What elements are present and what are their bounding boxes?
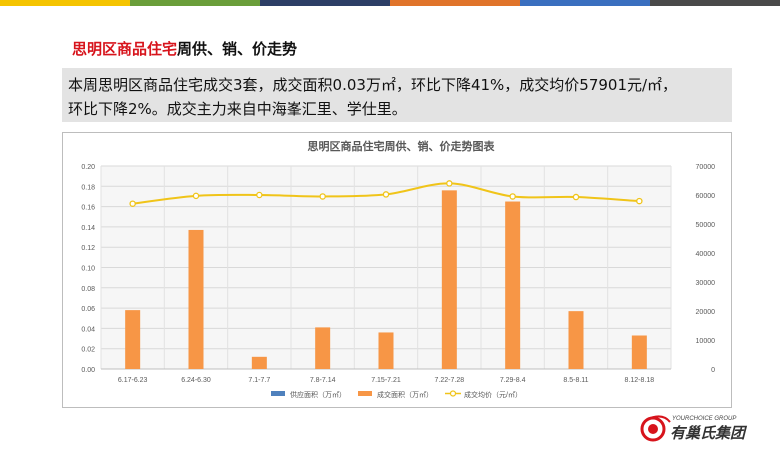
bar-7.8-7.14 [315,327,331,369]
x-tick-label: 8.5-8.11 [563,377,588,384]
y-left-tick-label: 0.18 [81,184,95,191]
y-right-tick-label: 40000 [696,251,716,258]
x-tick-label: 7.22-7.28 [435,377,465,384]
y-right-tick-label: 30000 [696,280,716,287]
top-bar-segment-5 [650,0,780,6]
y-left-tick-label: 0.16 [81,205,95,212]
company-logo: YOURCHOICE GROUP 有巢氏集团 [640,408,780,449]
legend-label-1: 成交面积（万㎡） [377,390,433,399]
y-right-tick-label: 10000 [696,338,716,345]
top-bar-segment-2 [260,0,390,6]
bar-7.1-7.7 [251,356,267,369]
y-left-tick-label: 0.08 [81,286,95,293]
y-left-tick-label: 0.20 [81,164,95,171]
x-tick-label: 7.29-8.4 [500,377,526,384]
logo-mark: YOURCHOICE GROUP 有巢氏集团 [640,415,748,442]
y-left-tick-label: 0.00 [81,367,95,374]
legend-swatch-1 [358,391,372,396]
top-bar-segment-0 [0,0,130,6]
bar-6.24-6.30 [188,229,204,369]
y-left-tick-label: 0.12 [81,245,95,252]
y-right-tick-label: 60000 [696,193,716,200]
bar-7.15-7.21 [378,332,394,369]
y-left-tick-label: 0.02 [81,347,95,354]
legend-marker-2 [449,390,457,397]
avg-price-point-6.24-6.30 [192,192,200,200]
avg-price-point-8.12-8.18 [636,197,643,205]
chart-container: 思明区商品住宅周供、销、价走势图表 0.00 0.02 0.04 0.06 0.08 0.1… [62,132,732,408]
avg-price-point-7.15-7.21 [382,191,390,198]
summary-line-1: 本周思明区商品住宅成交3套，成交面积0.03万㎡，环比下降41%，成交均价579… [68,76,678,94]
y-left-tick-label: 0.14 [81,225,95,232]
avg-price-point-7.22-7.28 [446,180,453,187]
bar-8.5-8.11 [568,311,584,369]
y-left-tick-label: 0.06 [81,306,95,313]
avg-price-point-7.29-8.4 [509,193,516,200]
x-tick-label: 8.12-8.18 [625,377,655,384]
avg-price-point-7.1-7.7 [256,191,263,199]
y-left-tick-label: 0.04 [81,326,95,333]
y-right-tick-label: 0 [711,367,715,374]
top-bar-segment-3 [390,0,520,6]
summary-line-2: 环比下降2%。成交主力来自中海峯汇里、学仕里。 [68,100,407,118]
logo-cn-text: 有巢氏集团 [670,424,748,442]
combo-chart: 思明区商品住宅周供、销、价走势图表 0.00 0.02 0.04 0.06 0.08 0.1… [81,139,716,399]
y-right-tick-label: 20000 [696,309,716,316]
y-left-tick-label: 0.10 [81,266,95,273]
x-tick-label: 7.15-7.21 [371,377,401,384]
top-color-bar [0,0,780,6]
top-bar-segment-4 [520,0,650,6]
bar-8.12-8.18 [631,335,647,369]
page-title-highlight: 思明区商品住宅 [72,40,178,58]
logo-en-text: YOURCHOICE GROUP [672,416,736,422]
bar-7.22-7.28 [441,190,457,369]
legend-swatch-0 [271,391,285,396]
page-title-rest: 周供、销、价走势 [177,40,298,58]
x-tick-label: 6.17-6.23 [118,377,148,384]
bar-7.29-8.4 [505,201,521,369]
avg-price-point-8.5-8.11 [572,193,580,201]
x-tick-label: 6.24-6.30 [181,377,211,384]
bar-6.17-6.23 [125,310,141,369]
top-bar-segment-1 [130,0,260,6]
legend-label-2: 成交均价（元/㎡） [464,390,522,399]
legend-label-0: 供应面积（万㎡） [290,390,346,399]
avg-price-point-7.8-7.14 [319,193,326,200]
chart-title: 思明区商品住宅周供、销、价走势图表 [308,139,496,153]
y-right-tick-label: 50000 [696,222,716,229]
y-right-tick-label: 70000 [696,164,716,171]
x-tick-label: 7.8-7.14 [310,377,336,384]
summary-box: 本周思明区商品住宅成交3套，成交面积0.03万㎡，环比下降41%，成交均价579… [62,68,732,122]
x-tick-label: 7.1-7.7 [248,377,270,384]
page-title: 思明区商品住宅周供、销、价走势 [72,38,297,59]
avg-price-point-6.17-6.23 [129,200,136,207]
